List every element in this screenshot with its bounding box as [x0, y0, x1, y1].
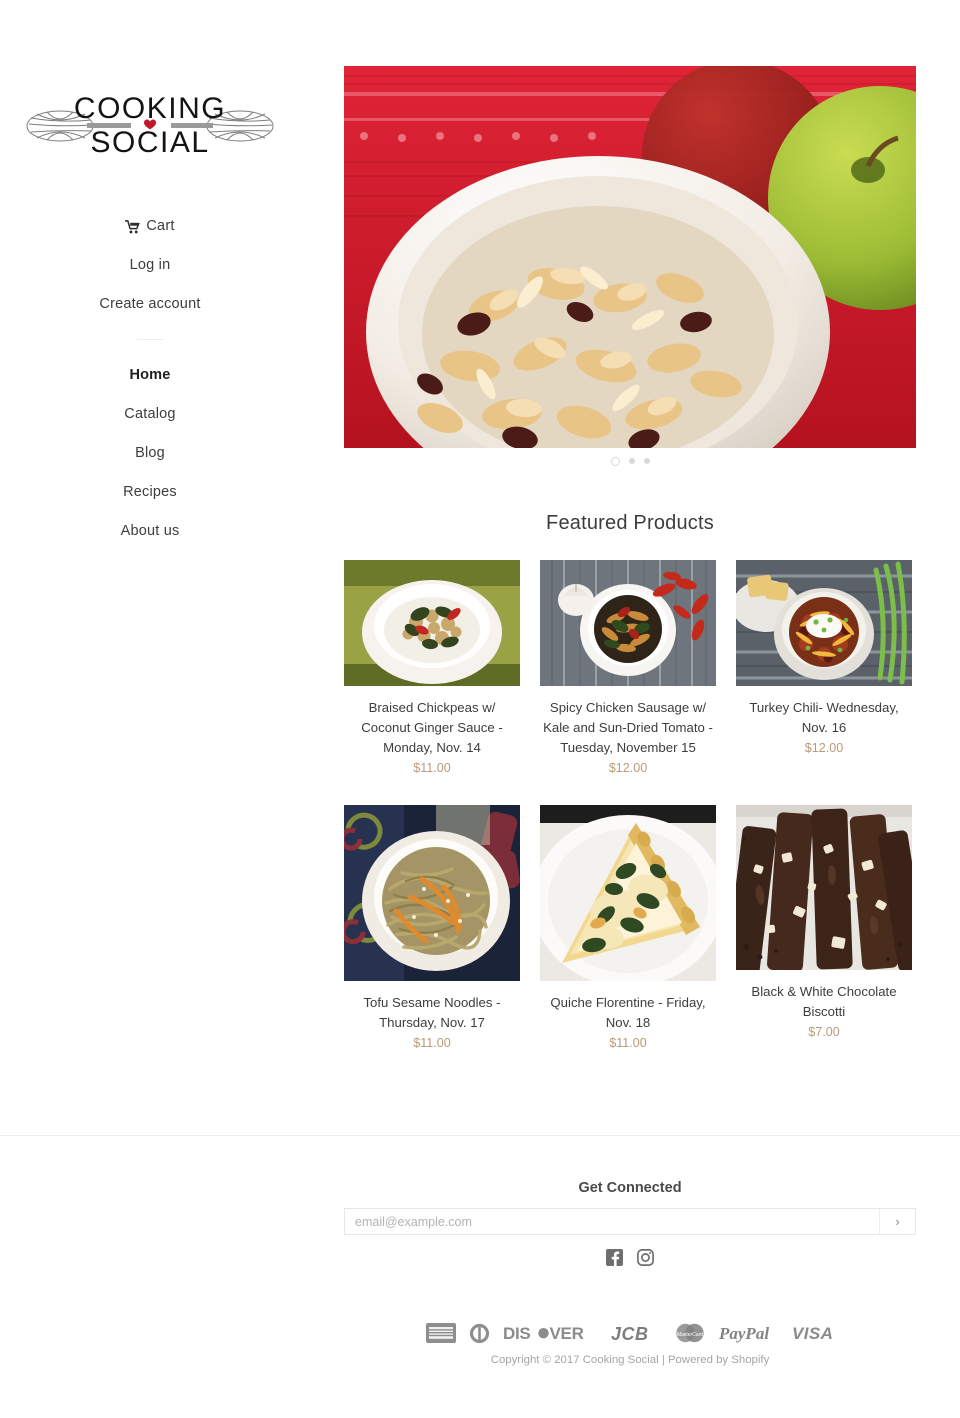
sidebar-item-about-us[interactable]: About us: [0, 513, 300, 552]
svg-text:PayPal: PayPal: [719, 1324, 769, 1343]
product-title: Tofu Sesame Noodles - Thursday, Nov. 17: [363, 995, 501, 1031]
get-connected-heading: Get Connected: [578, 1180, 682, 1196]
discover-icon: DIS VER: [503, 1324, 584, 1343]
newsletter-form[interactable]: ›: [344, 1208, 916, 1235]
shopping-cart-icon: [125, 220, 141, 234]
svg-text:MasterCard: MasterCard: [676, 1332, 702, 1338]
product-image-sesame-noodles[interactable]: [344, 805, 520, 982]
product-card[interactable]: Tofu Sesame Noodles - Thursday, Nov. 17 …: [344, 805, 520, 1050]
product-price: $11.00: [413, 1036, 451, 1051]
nav-divider: [137, 338, 163, 340]
hero-image-granola-bowl: [344, 66, 916, 448]
site-logo[interactable]: COOKING SOCIAL: [0, 78, 300, 174]
slide-dot-3[interactable]: [643, 458, 650, 464]
main-content: Featured Products Braised Chickpeas w/ C…: [300, 0, 960, 1418]
product-price: $11.00: [609, 1036, 647, 1051]
sidebar-item-cart[interactable]: Cart: [0, 208, 300, 247]
newsletter-submit-button[interactable]: ›: [879, 1209, 915, 1234]
sidebar-item-create-account[interactable]: Create account: [0, 286, 300, 325]
sidebar: COOKING SOCIAL Cart Log in Create accoun…: [0, 0, 300, 1418]
featured-products-grid: Braised Chickpeas w/ Coconut Ginger Sauc…: [344, 560, 916, 1050]
utility-nav: Cart Log in Create account: [0, 208, 300, 354]
svg-text:VER: VER: [549, 1324, 583, 1343]
slide-dot-1[interactable]: [610, 456, 620, 466]
product-price: $11.00: [413, 761, 451, 776]
product-title: Braised Chickpeas w/ Coconut Ginger Sauc…: [361, 700, 503, 756]
svg-text:JCB: JCB: [611, 1324, 649, 1343]
svg-text:VISA: VISA: [792, 1324, 833, 1343]
product-price: $12.00: [608, 761, 648, 776]
product-title: Black & White Chocolate Biscotti: [751, 984, 897, 1020]
instagram-icon: [637, 1249, 654, 1266]
product-card[interactable]: Quiche Florentine - Friday, Nov. 18 $11.…: [540, 805, 716, 1050]
product-image-biscotti[interactable]: [736, 805, 912, 971]
sidebar-item-blog[interactable]: Blog: [0, 435, 300, 474]
svg-text:COOKING: COOKING: [74, 92, 226, 125]
visa-icon: VISA: [792, 1324, 833, 1343]
hero-slideshow[interactable]: [344, 66, 916, 448]
product-title: Quiche Florentine - Friday, Nov. 18: [550, 995, 706, 1031]
sausage-kale-bowl-art: [540, 560, 716, 686]
sidebar-item-cart-label: Cart: [146, 218, 175, 234]
turkey-chili-bowl-art: [736, 560, 912, 686]
product-image-sausage-kale[interactable]: [540, 560, 716, 686]
facebook-link[interactable]: [606, 1249, 623, 1271]
product-image-chickpeas[interactable]: [344, 560, 520, 686]
featured-products-heading: Featured Products: [546, 512, 714, 534]
sidebar-item-catalog[interactable]: Catalog: [0, 396, 300, 435]
payment-methods: DIS VER JCB MasterCard PayPal VISA: [300, 1320, 960, 1346]
product-title: Turkey Chili- Wednesday, Nov. 16: [749, 700, 899, 736]
main-nav: Home Catalog Blog Recipes About us: [0, 357, 300, 552]
sidebar-item-log-in[interactable]: Log in: [0, 247, 300, 286]
american-express-icon: [425, 1323, 456, 1343]
diners-club-icon: [469, 1323, 489, 1343]
mastercard-icon: MasterCard: [675, 1323, 704, 1343]
facebook-icon: [606, 1249, 623, 1266]
copyright-text: Copyright © 2017 Cooking Social | Powere…: [490, 1354, 770, 1366]
product-card[interactable]: Spicy Chicken Sausage w/ Kale and Sun-Dr…: [540, 560, 716, 775]
paypal-icon: PayPal: [719, 1324, 769, 1343]
product-image-turkey-chili[interactable]: [736, 560, 912, 686]
newsletter-email-input[interactable]: [345, 1209, 879, 1234]
product-image-quiche[interactable]: [540, 805, 716, 982]
slideshow-pagination[interactable]: [344, 450, 916, 472]
social-links: [300, 1248, 960, 1272]
quiche-slice-art: [540, 805, 716, 982]
product-card[interactable]: Turkey Chili- Wednesday, Nov. 16 $12.00: [736, 560, 912, 775]
sidebar-item-recipes[interactable]: Recipes: [0, 474, 300, 513]
svg-text:DIS: DIS: [503, 1324, 530, 1343]
jcb-icon: JCB: [611, 1324, 649, 1343]
product-card[interactable]: Black & White Chocolate Biscotti $7.00: [736, 805, 912, 1050]
product-card[interactable]: Braised Chickpeas w/ Coconut Ginger Sauc…: [344, 560, 520, 775]
chickpeas-bowl-art: [344, 560, 520, 686]
svg-text:SOCIAL: SOCIAL: [90, 126, 209, 159]
product-title: Spicy Chicken Sausage w/ Kale and Sun-Dr…: [543, 700, 713, 756]
whisk-logo-icon: COOKING SOCIAL: [26, 92, 274, 159]
sesame-noodles-bowl-art: [344, 805, 520, 982]
product-price: $7.00: [808, 1025, 840, 1040]
footer-divider: [0, 1135, 960, 1136]
product-price: $12.00: [804, 741, 844, 756]
slide-dot-2[interactable]: [628, 458, 635, 464]
sidebar-item-home[interactable]: Home: [0, 357, 300, 396]
instagram-link[interactable]: [637, 1249, 654, 1271]
chocolate-biscotti-art: [736, 805, 912, 971]
